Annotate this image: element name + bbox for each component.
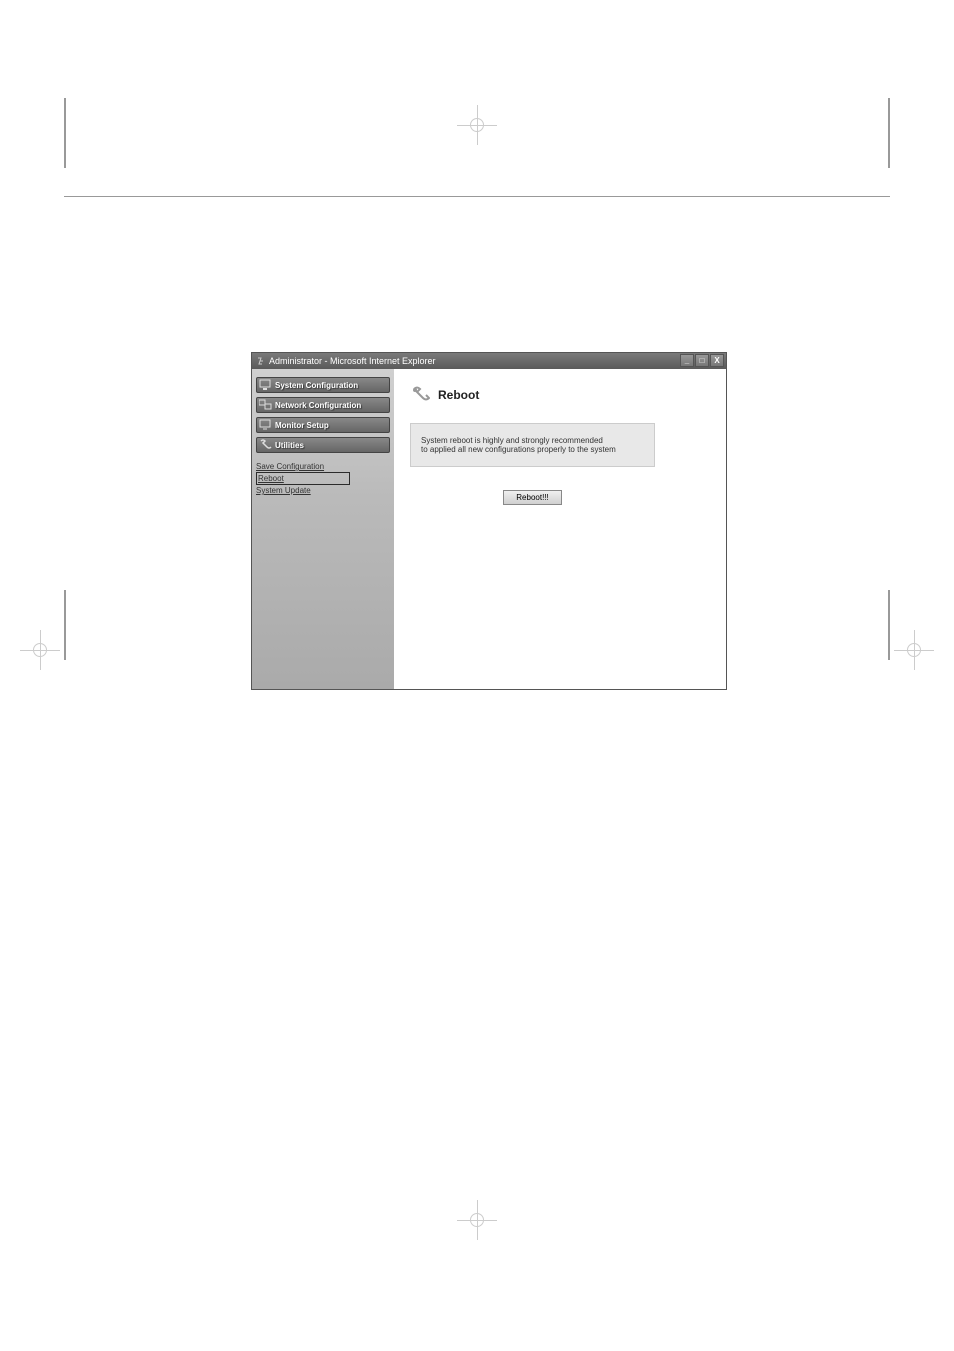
sidebar: System Configuration Network Configurati…: [252, 369, 394, 689]
nav-system-config[interactable]: System Configuration: [256, 377, 390, 393]
sidebar-link-system-update[interactable]: System Update: [256, 485, 390, 496]
close-button[interactable]: X: [710, 354, 724, 367]
page-title: Reboot: [438, 388, 479, 402]
titlebar: Administrator - Microsoft Internet Explo…: [252, 353, 726, 369]
nav-label: Utilities: [275, 441, 304, 450]
content-header: Reboot: [410, 385, 710, 405]
app-window: Administrator - Microsoft Internet Explo…: [251, 352, 727, 690]
nav-label: Network Configuration: [275, 401, 361, 410]
sidebar-link-reboot[interactable]: Reboot: [256, 472, 350, 485]
maximize-button[interactable]: □: [695, 354, 709, 367]
reboot-button[interactable]: Reboot!!!: [503, 490, 561, 505]
nav-utilities[interactable]: Utilities: [256, 437, 390, 453]
network-icon: [259, 399, 273, 411]
nav-monitor-setup[interactable]: Monitor Setup: [256, 417, 390, 433]
window-title: Administrator - Microsoft Internet Explo…: [269, 356, 436, 366]
wrench-icon: [259, 439, 273, 451]
info-message-box: System reboot is highly and strongly rec…: [410, 423, 655, 467]
minimize-button[interactable]: _: [680, 354, 694, 367]
action-area: Reboot!!!: [410, 487, 655, 505]
nav-network-config[interactable]: Network Configuration: [256, 397, 390, 413]
monitor-icon: [259, 379, 273, 391]
message-line-1: System reboot is highly and strongly rec…: [421, 436, 644, 445]
sidebar-link-save-config[interactable]: Save Configuration: [256, 461, 390, 472]
sidebar-links: Save Configuration Reboot System Update: [256, 461, 390, 496]
window-controls: _ □ X: [680, 354, 724, 367]
nav-label: Monitor Setup: [275, 421, 329, 430]
display-icon: [259, 419, 273, 431]
wrench-icon: [410, 385, 430, 405]
message-line-2: to applied all new configurations proper…: [421, 445, 644, 454]
ie-icon: [256, 356, 266, 366]
nav-label: System Configuration: [275, 381, 358, 390]
main-content: Reboot System reboot is highly and stron…: [394, 369, 726, 689]
